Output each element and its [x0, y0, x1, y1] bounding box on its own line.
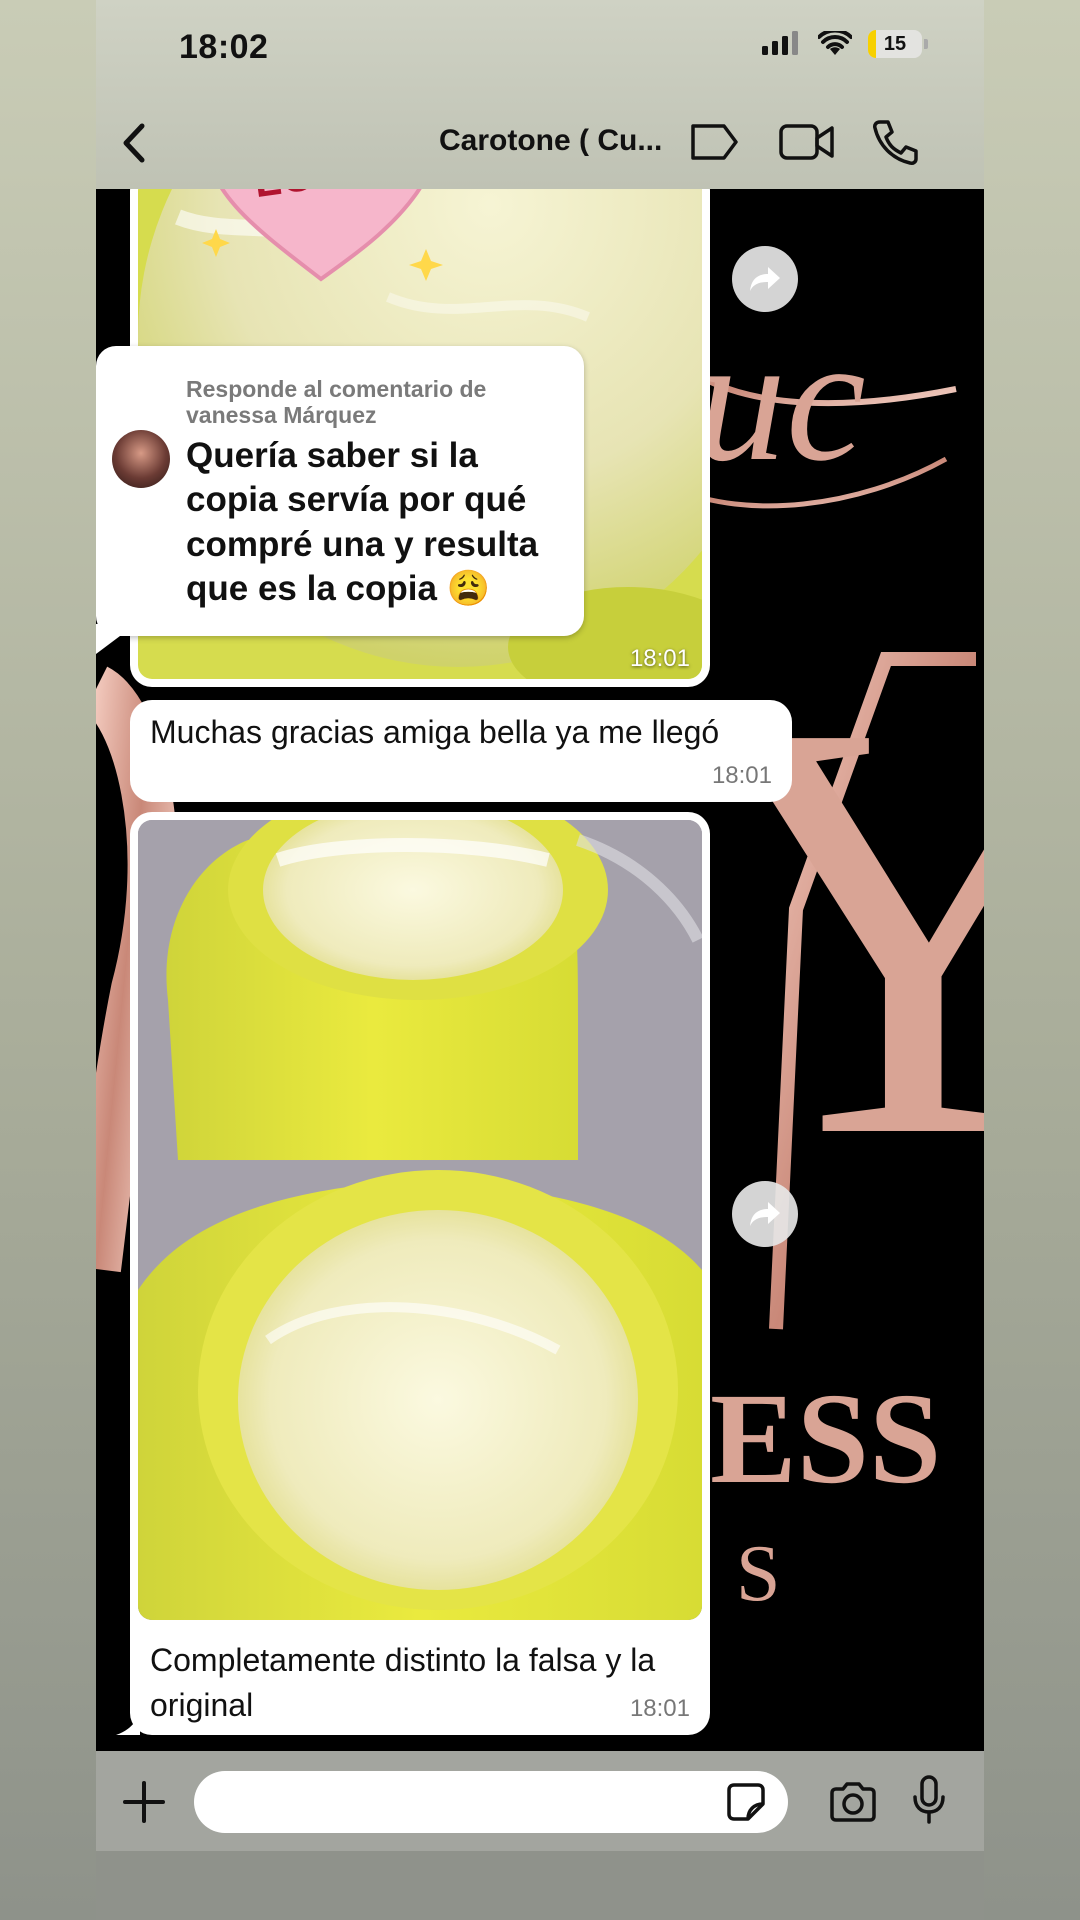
- share-arrow-icon: [750, 267, 780, 291]
- battery-cap: [924, 39, 928, 49]
- battery-percent: 15: [883, 32, 907, 55]
- reply-comment-card: Responde al comentario de vanessa Márque…: [96, 346, 584, 654]
- wifi-icon: [818, 31, 852, 55]
- reply-tail: [96, 624, 136, 654]
- cellular-signal-icon: [762, 31, 798, 55]
- camera-icon[interactable]: [828, 1781, 878, 1823]
- message-timestamp: 18:01: [711, 762, 772, 789]
- jars-photo-graphic: [138, 820, 702, 1620]
- phone-screen: 18:02 15 Carotone ( Cu... uc Y ESS S 18:…: [96, 0, 984, 1920]
- bubble-tail: [116, 1713, 140, 1735]
- message-timestamp: 18:01: [629, 645, 690, 672]
- forward-button[interactable]: [732, 246, 798, 312]
- video-call-icon[interactable]: [778, 120, 836, 164]
- plus-icon[interactable]: [122, 1780, 166, 1824]
- contact-name[interactable]: Carotone ( Cu...: [439, 124, 662, 158]
- message-timestamp: 18:01: [629, 1695, 690, 1722]
- reply-comment-text: Quería saber si la copia servía por qué …: [186, 436, 539, 609]
- wallpaper-mid-letters: ESS: [710, 1367, 942, 1511]
- love-heart-sticker: LOVE: [202, 189, 443, 282]
- reply-label: Responde al comentario de vanessa Márque…: [186, 376, 487, 429]
- label-tag-icon[interactable]: [688, 120, 740, 164]
- share-arrow-icon: [750, 1202, 780, 1226]
- sticker-icon[interactable]: [726, 1782, 766, 1822]
- commenter-avatar: [112, 430, 170, 488]
- status-time: 18:02: [179, 28, 269, 66]
- image-caption-message[interactable]: Completamente distinto la falsa y la ori…: [116, 812, 710, 1735]
- image-caption: Completamente distinto la falsa y la ori…: [150, 1642, 656, 1723]
- wallpaper-script-text: uc: [696, 299, 866, 498]
- cream-jars-comparison-photo[interactable]: [138, 820, 702, 1620]
- message-text: Muchas gracias amiga bella ya me llegó: [150, 714, 720, 750]
- text-message[interactable]: Muchas gracias amiga bella ya me llegó 1…: [130, 700, 792, 802]
- phone-call-icon[interactable]: [872, 118, 918, 166]
- back-chevron-icon[interactable]: [114, 118, 154, 168]
- battery-indicator: 15: [868, 30, 922, 58]
- microphone-icon[interactable]: [911, 1775, 947, 1825]
- composer-bar: [96, 1751, 984, 1851]
- message-input[interactable]: [194, 1771, 788, 1833]
- chat-area: uc Y ESS S 18:01 Responde al comentario …: [96, 189, 984, 1751]
- home-area: [96, 1851, 984, 1920]
- wallpaper-small-letter: S: [736, 1530, 781, 1618]
- top-bar: 18:02 15 Carotone ( Cu...: [96, 0, 984, 189]
- status-icons: 15: [762, 30, 928, 58]
- forward-button[interactable]: [732, 1181, 798, 1247]
